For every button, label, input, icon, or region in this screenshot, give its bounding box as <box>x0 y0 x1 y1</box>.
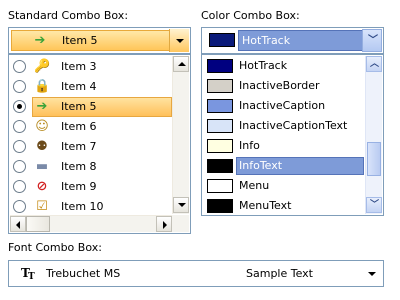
list-item[interactable]: ▬ Item 8 <box>10 157 172 177</box>
list-item-label: Item 7 <box>61 140 97 153</box>
checklist-icon: ☑ <box>36 199 48 214</box>
color-swatch <box>207 159 233 173</box>
list-item-label: InfoText <box>239 159 283 172</box>
scrollbar-corner <box>172 215 189 232</box>
vertical-scrollbar[interactable]: ︿ ﹀ <box>365 56 382 214</box>
list-item[interactable]: MenuText <box>203 196 365 215</box>
list-item[interactable]: InactiveCaptionText <box>203 116 365 136</box>
scroll-left-button[interactable] <box>10 216 26 232</box>
standard-combo-caption: Standard Combo Box: <box>8 9 129 22</box>
standard-combo-list[interactable]: 🔑 Item 3 🔒 Item 4 ➔ Item 5 ☺ Item 6 ⚉ It… <box>8 54 191 234</box>
list-item-label: InactiveCaption <box>239 99 326 112</box>
color-swatch <box>207 179 233 193</box>
radio-button[interactable] <box>13 80 26 93</box>
color-swatch <box>207 99 233 113</box>
list-item-label: InactiveBorder <box>239 79 320 92</box>
scroll-down-button[interactable]: ﹀ <box>366 197 382 213</box>
arrow-up-icon <box>178 62 186 66</box>
list-item[interactable]: 🔒 Item 4 <box>10 77 172 97</box>
list-item-label: HotTrack <box>239 59 288 72</box>
list-item-selected[interactable]: ➔ Item 5 <box>10 97 172 117</box>
list-item-label: Item 10 <box>61 200 104 213</box>
font-combo-caption: Font Combo Box: <box>8 241 102 254</box>
puzzle-arrow-icon: ➔ <box>36 99 48 114</box>
list-item[interactable]: Menu <box>203 176 365 196</box>
scroll-up-button[interactable] <box>173 56 189 72</box>
lock-icon: 🔒 <box>34 79 51 94</box>
drive-icon: ▬ <box>35 159 49 174</box>
radio-button[interactable] <box>13 60 26 73</box>
radio-button[interactable] <box>13 200 26 213</box>
chevron-down-icon: ﹀ <box>368 35 378 46</box>
vertical-scroll-thumb[interactable] <box>367 142 381 176</box>
standard-combo-value: Item 5 <box>62 34 98 47</box>
radio-button[interactable] <box>13 140 26 153</box>
color-swatch <box>207 119 233 133</box>
color-combo-value: HotTrack <box>242 34 291 47</box>
radio-button[interactable] <box>13 100 26 113</box>
truetype-font-icon: TT <box>21 266 35 282</box>
list-item-label: Item 4 <box>61 80 97 93</box>
list-item[interactable]: InactiveBorder <box>203 76 365 96</box>
vertical-scrollbar[interactable] <box>172 56 189 214</box>
color-swatch <box>207 59 233 73</box>
list-item-label: Menu <box>239 179 270 192</box>
font-combo-box[interactable]: TT Trebuchet MS Sample Text <box>8 260 384 287</box>
color-swatch <box>209 33 235 47</box>
color-combo-box[interactable]: HotTrack ﹀ <box>201 27 384 54</box>
scroll-up-button[interactable]: ︿ <box>366 56 382 72</box>
horizontal-scrollbar[interactable] <box>10 215 172 232</box>
list-item-label: Item 8 <box>61 160 97 173</box>
color-swatch <box>207 139 233 153</box>
list-item-label: InactiveCaptionText <box>239 119 348 132</box>
font-name: Trebuchet MS <box>46 267 121 280</box>
arrow-left-icon <box>16 221 20 229</box>
color-combo-dropdown-button[interactable]: ﹀ <box>362 29 382 52</box>
scroll-down-button[interactable] <box>173 197 189 213</box>
color-combo-selection[interactable]: HotTrack <box>238 30 365 51</box>
key-icon: 🔑 <box>34 59 51 74</box>
list-item[interactable]: ⊘ Item 9 <box>10 177 172 197</box>
list-item-label: Item 5 <box>61 100 97 113</box>
caret-down-icon <box>176 39 184 43</box>
color-swatch <box>207 199 233 213</box>
list-item-label: MenuText <box>239 199 292 212</box>
users-icon: ☺ <box>35 119 49 134</box>
list-item[interactable]: 🔑 Item 3 <box>10 57 172 77</box>
radio-button[interactable] <box>13 160 26 173</box>
list-item[interactable]: HotTrack <box>203 56 365 76</box>
standard-combo-dropdown-button[interactable] <box>169 29 189 52</box>
list-item-label: Info <box>239 139 260 152</box>
list-item[interactable]: ☺ Item 6 <box>10 117 172 137</box>
chevron-up-icon: ︿ <box>370 59 380 69</box>
standard-combo-selection[interactable]: ➔ Item 5 <box>11 30 170 51</box>
list-item[interactable]: ☑ Item 10 <box>10 197 172 217</box>
scroll-right-button[interactable] <box>156 216 172 232</box>
selection-highlight <box>32 97 172 117</box>
list-item-label: Item 6 <box>61 120 97 133</box>
color-combo-caption: Color Combo Box: <box>201 9 300 22</box>
puzzle-arrow-icon: ➔ <box>34 33 46 48</box>
color-swatch <box>207 79 233 93</box>
list-item[interactable]: ⚉ Item 7 <box>10 137 172 157</box>
no-entry-icon: ⊘ <box>36 179 48 194</box>
font-sample-text: Sample Text <box>246 267 313 280</box>
horizontal-scroll-thumb[interactable] <box>26 216 50 232</box>
list-item-label: Item 3 <box>61 60 97 73</box>
chevron-down-icon: ﹀ <box>370 200 380 210</box>
standard-combo-box[interactable]: ➔ Item 5 <box>8 27 191 54</box>
caret-down-icon <box>368 272 376 276</box>
arrow-down-icon <box>178 203 186 207</box>
font-combo-dropdown-button[interactable] <box>362 262 382 285</box>
arrow-right-icon <box>163 221 167 229</box>
list-item[interactable]: Info <box>203 136 365 156</box>
radio-button[interactable] <box>13 180 26 193</box>
list-item-label: Item 9 <box>61 180 97 193</box>
color-combo-list[interactable]: HotTrack InactiveBorder InactiveCaption … <box>201 54 384 216</box>
radio-button[interactable] <box>13 120 26 133</box>
list-item[interactable]: InactiveCaption <box>203 96 365 116</box>
family-icon: ⚉ <box>36 139 48 154</box>
list-item-selected[interactable]: InfoText <box>203 156 365 176</box>
